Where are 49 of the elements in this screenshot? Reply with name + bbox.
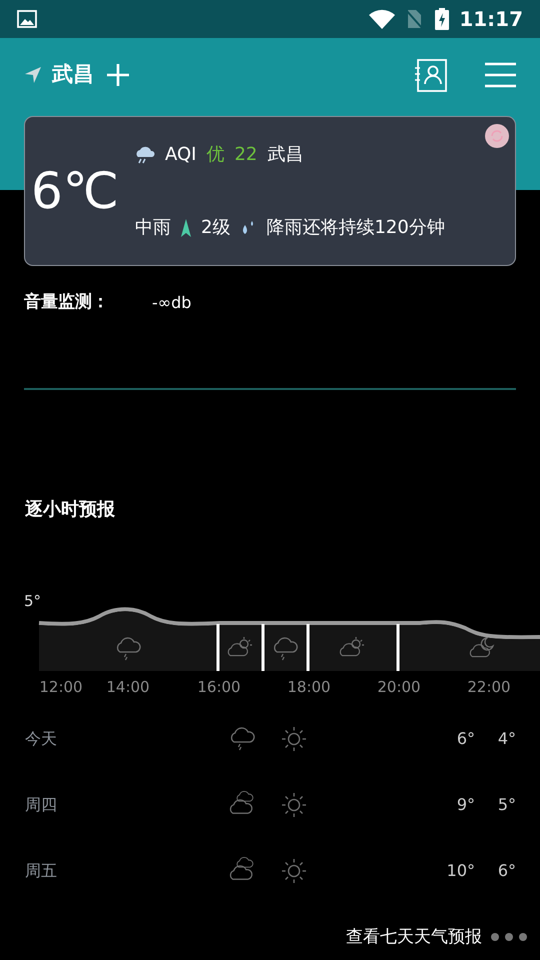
segment-divider (262, 624, 264, 671)
time-label: 20:00 (376, 677, 422, 698)
wifi-icon (369, 9, 396, 29)
status-time: 11:17 (459, 6, 523, 33)
high-temperature: 6° (456, 728, 475, 750)
day-label: 周四 (25, 794, 58, 816)
high-temperature: 10° (446, 860, 475, 882)
menu-icon[interactable] (485, 62, 516, 88)
volume-label: 音量监测： (24, 291, 110, 314)
rain-duration-note: 降雨还将持续120分钟 (266, 216, 445, 240)
contact-card-icon[interactable] (415, 58, 447, 92)
temperature-label: 5° (24, 591, 42, 612)
day-label: 今天 (25, 728, 58, 750)
district-name: 武昌 (267, 143, 304, 167)
more-dots-icon (490, 932, 530, 942)
segment-divider (216, 624, 220, 671)
hourly-title: 逐小时预报 (25, 498, 116, 522)
seven-day-forecast-link[interactable]: 查看七天天气预报 (346, 924, 482, 950)
battery-charging-icon (435, 8, 450, 30)
aqi-value: 22 (234, 143, 258, 167)
low-temperature: 5° (496, 794, 516, 816)
segment-divider (396, 624, 400, 671)
time-label: 16:00 (196, 677, 242, 698)
weather-icon (279, 724, 309, 754)
add-city-icon[interactable] (106, 63, 130, 87)
volume-value: -∞db (152, 292, 192, 314)
time-label: 12:00 (38, 677, 84, 698)
weather-condition: 中雨 (135, 216, 171, 240)
time-label: 22:00 (466, 677, 512, 698)
wind-level: 2级 (201, 216, 230, 240)
time-label: 14:00 (105, 677, 151, 698)
segment-divider (306, 624, 310, 671)
no-sim-icon (405, 9, 424, 29)
current-temperature: 6℃ (31, 166, 120, 216)
low-temperature: 6° (496, 860, 516, 882)
wind-direction-icon (181, 218, 191, 236)
high-temperature: 9° (456, 794, 475, 816)
refresh-icon[interactable] (485, 124, 509, 148)
low-temperature: 4° (496, 728, 516, 750)
aqi-level: 优 (206, 143, 224, 167)
weather-icon (279, 856, 309, 886)
location-arrow-icon (24, 66, 42, 84)
city-button[interactable]: 武昌 (52, 59, 94, 91)
image-icon (17, 10, 37, 28)
day-label: 周五 (25, 860, 58, 882)
weather-icon (279, 790, 309, 820)
aqi-label: AQI (165, 143, 196, 167)
cloud-rain-icon (135, 146, 155, 164)
time-label: 18:00 (286, 677, 332, 698)
